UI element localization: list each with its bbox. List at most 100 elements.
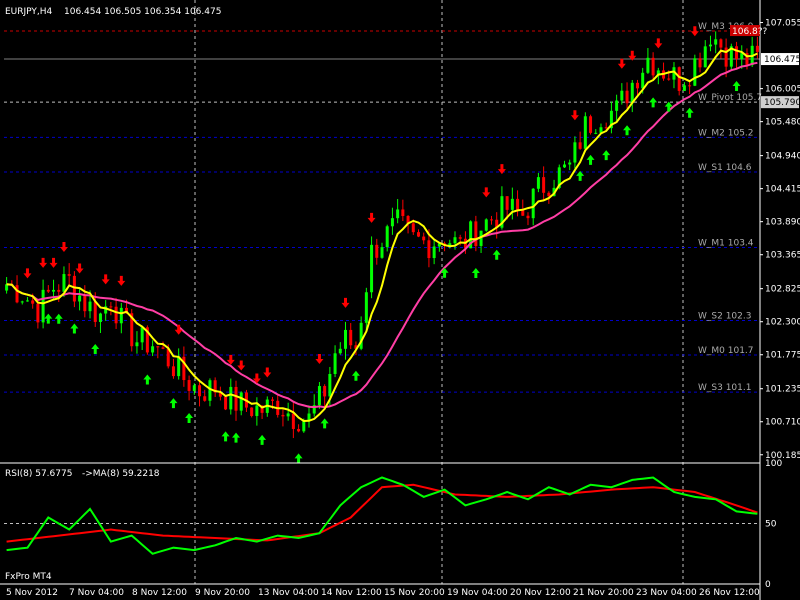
candle-body — [333, 353, 337, 374]
chart-header-symbol: EURJPY,H4 — [5, 7, 53, 17]
rsi-ma-label: ->MA(8) 59.2218 — [82, 469, 160, 479]
candle-body — [688, 85, 692, 87]
time-tick-label: 14 Nov 12:00 — [321, 588, 382, 598]
pivot-level-label: W_M1 103.4 — [698, 238, 754, 248]
candle-body — [78, 295, 82, 302]
candle-body — [234, 386, 238, 411]
grid-lines — [194, 0, 684, 584]
candle-body — [432, 246, 436, 259]
price-tick-label: 103.890 — [765, 218, 800, 228]
candle-body — [375, 244, 379, 258]
candle-body — [489, 219, 493, 221]
candle-body — [453, 237, 457, 244]
candle-body — [714, 39, 718, 45]
down-arrow-icon — [341, 297, 350, 308]
fast-ma-line — [6, 47, 758, 423]
down-arrow-icon — [482, 187, 491, 198]
pivot-levels: W_M3 106.9W_Pivot 105.7W_M2 105.2W_S1 10… — [4, 22, 762, 393]
up-arrow-icon — [320, 418, 329, 429]
candle-body — [323, 386, 327, 397]
candle-body — [67, 274, 71, 276]
down-arrow-icon — [117, 275, 126, 286]
candle-body — [151, 346, 155, 353]
price-tick-label: 103.365 — [765, 251, 800, 261]
candle-body — [250, 407, 254, 416]
candle-body — [83, 295, 87, 312]
candle-body — [542, 177, 546, 193]
red-level-label: 106.8?? — [732, 27, 768, 37]
candle-body — [526, 215, 530, 219]
candle-body — [187, 380, 191, 391]
candle-body — [396, 209, 400, 219]
candle-body — [641, 72, 645, 89]
candles — [5, 31, 759, 439]
candle-body — [72, 275, 76, 302]
chart-header-ohlc: 106.454 106.505 106.354 106.475 — [64, 7, 221, 17]
candle-body — [594, 132, 598, 134]
candle-body — [349, 329, 353, 346]
down-arrow-icon — [39, 257, 48, 268]
candle-body — [25, 300, 29, 302]
down-arrow-icon — [49, 257, 58, 268]
time-tick-label: 8 Nov 12:00 — [132, 588, 187, 598]
candle-body — [735, 46, 739, 60]
up-arrow-icon — [70, 323, 79, 334]
rsi-scale-label: 100 — [765, 459, 782, 469]
candle-body — [255, 405, 259, 416]
pivot-level-label: W_S3 101.1 — [698, 383, 751, 393]
pivot-level-label: W_S1 104.6 — [698, 163, 752, 173]
up-arrow-icon — [232, 432, 241, 443]
pivot-level-label: W_M2 105.2 — [698, 128, 754, 138]
candle-body — [271, 399, 275, 401]
price-tick-label: 102.300 — [765, 318, 800, 328]
candle-body — [615, 100, 619, 111]
candle-body — [46, 289, 50, 292]
candle-body — [390, 218, 394, 227]
price-tick-label: 102.825 — [765, 285, 800, 295]
candle-body — [719, 39, 723, 48]
watermark: FxPro MT4 — [5, 572, 52, 582]
candle-body — [536, 177, 540, 189]
candle-body — [88, 301, 92, 312]
candle-body — [135, 342, 139, 347]
candle-body — [677, 67, 681, 91]
down-arrow-icon — [59, 242, 68, 253]
up-arrow-icon — [586, 154, 595, 165]
candle-body — [62, 274, 66, 292]
pivot-price-label: 105.790 — [764, 98, 800, 108]
up-arrow-icon — [351, 370, 360, 381]
up-arrow-icon — [664, 101, 673, 112]
up-arrow-icon — [685, 107, 694, 118]
candle-body — [531, 188, 535, 219]
time-tick-label: 5 Nov 2012 — [6, 588, 58, 598]
candle-body — [177, 356, 181, 377]
candle-body — [568, 162, 572, 165]
price-chart[interactable]: W_M3 106.9W_Pivot 105.7W_M2 105.2W_S1 10… — [0, 0, 800, 600]
candle-body — [208, 380, 212, 401]
down-arrow-icon — [174, 324, 183, 335]
candle-body — [114, 306, 118, 324]
candle-body — [583, 116, 587, 149]
candle-body — [224, 396, 228, 410]
candle-body — [589, 116, 593, 133]
candle-body — [505, 196, 509, 210]
candle-body — [370, 244, 374, 293]
up-arrow-icon — [185, 412, 194, 423]
time-tick-label: 21 Nov 20:00 — [573, 588, 634, 598]
candle-body — [229, 386, 233, 410]
candle-body — [286, 413, 290, 417]
candle-body — [416, 232, 420, 237]
candle-body — [291, 413, 295, 429]
candle-body — [98, 313, 102, 322]
price-tick-label: 107.055 — [765, 19, 800, 29]
candle-body — [484, 219, 488, 231]
up-arrow-icon — [221, 431, 230, 442]
candle-body — [31, 300, 35, 304]
candle-body — [198, 385, 202, 397]
candle-body — [578, 142, 582, 149]
time-tick-label: 26 Nov 12:00 — [699, 588, 760, 598]
candle-body — [156, 346, 160, 348]
down-arrow-icon — [101, 274, 110, 285]
rsi-ma-line — [6, 483, 758, 543]
candle-body — [328, 373, 332, 397]
